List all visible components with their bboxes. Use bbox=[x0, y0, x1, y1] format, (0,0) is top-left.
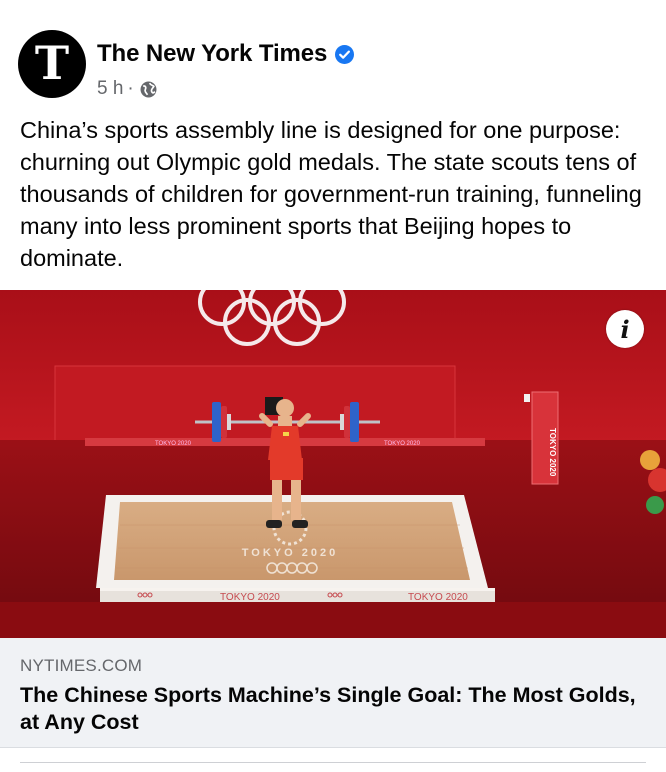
meta-separator: · bbox=[127, 78, 134, 99]
sign-label: TOKYO 2020 bbox=[155, 441, 192, 447]
author-name[interactable]: The New York Times bbox=[97, 40, 327, 68]
sign-label: TOKYO 2020 bbox=[384, 441, 421, 447]
sign-label: TOKYO 2020 bbox=[408, 592, 468, 603]
post-body-text: China’s sports assembly line is designed… bbox=[20, 117, 642, 271]
link-preview-card[interactable]: NYTIMES.COM The Chinese Sports Machine’s… bbox=[0, 638, 666, 748]
verified-badge-icon bbox=[335, 44, 355, 64]
author-row: The New York Times bbox=[97, 40, 355, 68]
post-image[interactable]: TOKYO 2020 TOKYO 2020 TOKYO 2020 TOKYO 2… bbox=[0, 290, 666, 638]
post-timestamp[interactable]: 5 h bbox=[97, 78, 123, 100]
link-domain: NYTIMES.COM bbox=[20, 656, 143, 675]
sign-label: TOKYO 2020 bbox=[548, 428, 557, 477]
globe-icon[interactable] bbox=[140, 81, 157, 98]
link-title[interactable]: The Chinese Sports Machine’s Single Goal… bbox=[20, 682, 640, 736]
sign-label: TOKYO 2020 bbox=[220, 592, 280, 603]
feed-post: T The New York Times 5 h · China’s sport… bbox=[0, 0, 666, 772]
info-button[interactable]: i bbox=[606, 310, 644, 348]
avatar[interactable]: T bbox=[18, 30, 86, 98]
platform-logo-text: TOKYO 2020 bbox=[242, 547, 338, 559]
divider bbox=[20, 762, 646, 763]
weightlifting-photo: TOKYO 2020 TOKYO 2020 TOKYO 2020 TOKYO 2… bbox=[0, 290, 666, 638]
post-meta: 5 h · bbox=[97, 78, 157, 100]
nyt-logo-icon: T bbox=[34, 36, 70, 90]
info-icon: i bbox=[620, 314, 630, 344]
